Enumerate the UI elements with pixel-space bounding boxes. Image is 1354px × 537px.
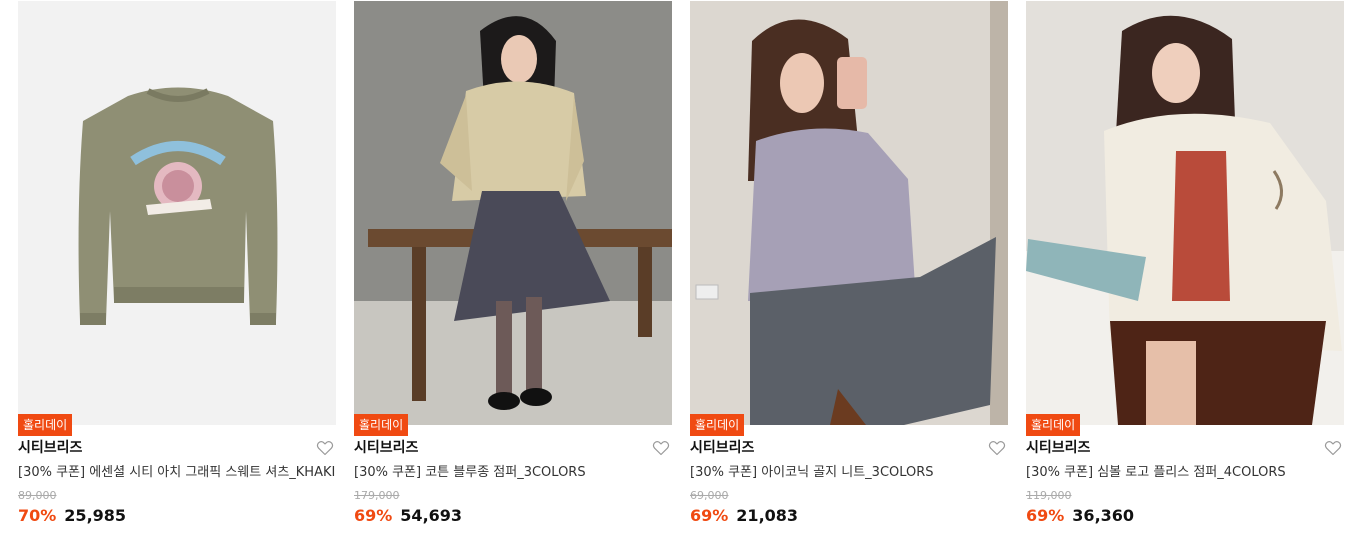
heart-outline-icon[interactable] [1324,439,1342,457]
heart-outline-icon[interactable] [652,439,670,457]
holiday-badge: 홀리데이 [354,414,409,436]
heart-outline-icon[interactable] [316,439,334,457]
discount-rate: 69% [1026,506,1065,525]
product-grid: 홀리데이 시티브리즈 [30% 쿠폰] 에센셜 시티 아치 그래픽 스웨트 셔츠… [0,0,1354,537]
brand-name[interactable]: 시티브리즈 [1026,438,1090,458]
original-price: 119,000 [1026,489,1072,502]
product-card[interactable]: 홀리데이 시티브리즈 [30% 쿠폰] 심볼 로고 플리스 점퍼_4COLORS… [1026,0,1344,537]
original-price: 89,000 [18,489,57,502]
product-name[interactable]: [30% 쿠폰] 아이코닉 골지 니트_3COLORS [690,463,1008,482]
price-row: 70% 25,985 [18,505,126,527]
discount-rate: 69% [690,506,729,525]
product-card[interactable]: 홀리데이 시티브리즈 [30% 쿠폰] 코튼 블루종 점퍼_3COLORS 17… [354,0,672,537]
price-row: 69% 21,083 [690,505,798,527]
product-name[interactable]: [30% 쿠폰] 에센셜 시티 아치 그래픽 스웨트 셔츠_KHAKI [18,463,336,482]
brand-name[interactable]: 시티브리즈 [690,438,754,458]
original-price: 179,000 [354,489,400,502]
product-name[interactable]: [30% 쿠폰] 코튼 블루종 점퍼_3COLORS [354,463,672,482]
holiday-badge: 홀리데이 [1026,414,1081,436]
sale-price: 21,083 [736,506,799,525]
product-image[interactable] [690,1,1008,425]
product-name[interactable]: [30% 쿠폰] 심볼 로고 플리스 점퍼_4COLORS [1026,463,1344,482]
holiday-badge: 홀리데이 [690,414,745,436]
sale-price: 36,360 [1072,506,1135,525]
product-card[interactable]: 홀리데이 시티브리즈 [30% 쿠폰] 에센셜 시티 아치 그래픽 스웨트 셔츠… [18,0,336,537]
product-image[interactable] [354,1,672,425]
discount-rate: 70% [18,506,57,525]
brand-name[interactable]: 시티브리즈 [354,438,418,458]
heart-outline-icon[interactable] [988,439,1006,457]
product-image[interactable] [1026,1,1344,425]
holiday-badge: 홀리데이 [18,414,73,436]
sale-price: 25,985 [64,506,127,525]
original-price: 69,000 [690,489,729,502]
price-row: 69% 54,693 [354,505,462,527]
price-row: 69% 36,360 [1026,505,1134,527]
product-card[interactable]: 홀리데이 시티브리즈 [30% 쿠폰] 아이코닉 골지 니트_3COLORS 6… [690,0,1008,537]
product-image[interactable] [18,1,336,425]
sale-price: 54,693 [400,506,463,525]
discount-rate: 69% [354,506,393,525]
brand-name[interactable]: 시티브리즈 [18,438,82,458]
